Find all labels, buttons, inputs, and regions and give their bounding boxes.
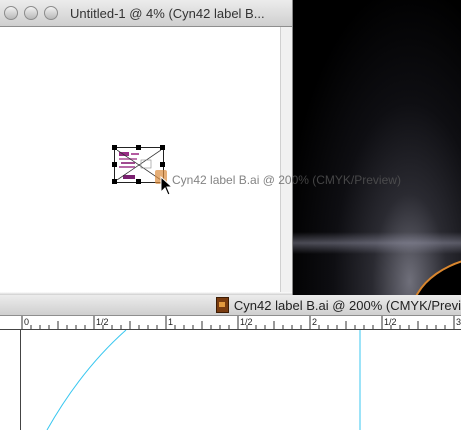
minimize-icon[interactable] (24, 6, 38, 20)
window-title: Untitled-1 @ 4% (Cyn42 label B... (70, 5, 265, 21)
desktop-background (290, 0, 461, 296)
document-canvas[interactable] (21, 330, 461, 430)
vertical-scrollbar[interactable] (280, 27, 292, 296)
planet-horizon (410, 255, 461, 296)
illustrator-document-icon[interactable] (215, 297, 229, 313)
selection-handle[interactable] (160, 145, 165, 150)
ruler-label: 3 (456, 317, 461, 327)
ruler-label: 1/2 (240, 317, 253, 327)
ruler-label: 0 (24, 317, 29, 327)
selection-handle[interactable] (136, 179, 141, 184)
window-title-group: Cyn42 label B.ai @ 200% (CMYK/Previ (215, 297, 461, 313)
selection-handle[interactable] (160, 162, 165, 167)
window-titlebar[interactable]: Cyn42 label B.ai @ 200% (CMYK/Previ (0, 295, 461, 316)
cyn42-document-window[interactable]: Cyn42 label B.ai @ 200% (CMYK/Previ 0 1/2… (0, 295, 461, 430)
ruler-labels: 0 1/2 1 1/2 2 1/2 3 (24, 317, 461, 327)
arrow-cursor-icon (160, 176, 174, 196)
drag-label: Cyn42 label B.ai @ 200% (CMYK/Preview) (172, 173, 401, 187)
zoom-icon[interactable] (44, 6, 58, 20)
vertical-ruler[interactable] (0, 330, 21, 430)
ruler-label: 1/2 (96, 317, 109, 327)
selection-handle[interactable] (112, 179, 117, 184)
close-icon[interactable] (4, 6, 18, 20)
guide-curve (46, 330, 127, 430)
ruler-label: 1/2 (384, 317, 397, 327)
window-controls (4, 6, 58, 20)
horizontal-ruler[interactable]: 0 1/2 1 1/2 2 1/2 3 (0, 316, 461, 330)
window-titlebar[interactable]: Untitled-1 @ 4% (Cyn42 label B... (0, 0, 292, 27)
ruler-label: 2 (312, 317, 317, 327)
untitled-document-window[interactable]: Untitled-1 @ 4% (Cyn42 label B... (0, 0, 293, 296)
selection-handle[interactable] (112, 162, 117, 167)
window-title: Cyn42 label B.ai @ 200% (CMYK/Previ (233, 297, 461, 313)
desktop-glow (290, 232, 461, 254)
selection-handle[interactable] (136, 145, 141, 150)
ruler-label: 1 (168, 317, 173, 327)
selection-handle[interactable] (112, 145, 117, 150)
